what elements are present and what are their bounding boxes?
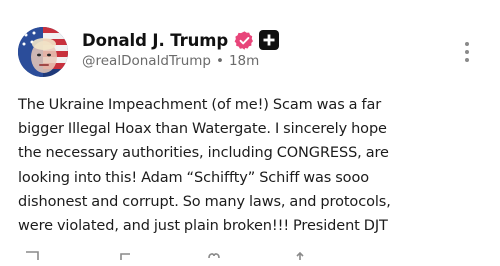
like-icon[interactable]	[206, 247, 222, 259]
share-icon[interactable]	[292, 247, 308, 260]
more-vertical-icon[interactable]	[460, 40, 474, 64]
author-handle[interactable]: @realDonaldTrump	[82, 53, 211, 69]
avatar[interactable]	[18, 27, 68, 77]
post-body: The Ukraine Impeachment (of me!) Scam wa…	[18, 93, 480, 238]
post-text-line: dishonest and corrupt. So many laws, and…	[18, 193, 391, 210]
post-text-line: looking into this! Adam “Schiffty” Schif…	[18, 169, 369, 186]
author-meta: @realDonaldTrump • 18m	[82, 53, 259, 69]
post-text-line: The Ukraine Impeachment (of me!) Scam wa…	[18, 97, 382, 113]
post-timestamp[interactable]: 18m	[229, 53, 259, 69]
author-display-name[interactable]: Donald J. Trump	[82, 31, 228, 50]
truth-post: Donald J. Trump @realDonaldTrump • 18m The…	[0, 0, 500, 260]
repost-icon[interactable]	[118, 247, 134, 260]
post-text-line: were violated, and just plain broken!!! …	[18, 218, 388, 235]
meta-separator: •	[215, 53, 224, 69]
author-name-row: Donald J. Trump	[82, 29, 280, 51]
post-actions	[0, 247, 500, 260]
post-text-line: the necessary authorities, including CON…	[18, 145, 389, 162]
reply-icon[interactable]	[24, 247, 40, 260]
verified-badge-icon	[234, 30, 255, 51]
plus-badge-icon	[259, 30, 280, 50]
post-text-line: bigger Illegal Hoax than Watergate. I si…	[18, 121, 387, 138]
avatar-image	[18, 27, 68, 77]
